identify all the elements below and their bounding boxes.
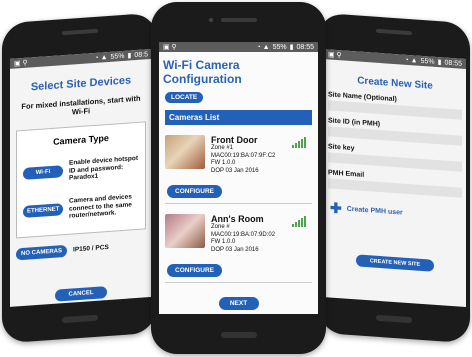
left-phone: ▣ ⚲ ◔ ▲ 55% ▮ 08:5 Select Site Devices F… xyxy=(2,12,157,344)
configure-button[interactable]: CONFIGURE xyxy=(167,264,222,277)
camera-details: Zone #1 MAC00:19:BA:07:9F:C2 FW 1.0.0 DO… xyxy=(211,145,275,175)
right-phone: ▣ ⚲ ◔ ▲ 55% ▮ 08:55 Create New Site Site… xyxy=(318,12,470,344)
no-cameras-option: NO CAMERAS IP150 / PCS xyxy=(16,239,152,261)
cancel-button[interactable]: CANCEL xyxy=(55,285,107,302)
speaker xyxy=(220,18,257,22)
camera-type-title: Camera Type xyxy=(53,132,109,147)
speaker xyxy=(376,28,412,36)
page-title: Create New Site xyxy=(357,75,433,92)
battery-level: 55% xyxy=(110,52,125,61)
cameras-list-header: Cameras List xyxy=(165,110,312,125)
ethernet-button[interactable]: ETHERNET xyxy=(23,203,63,219)
battery-level: 55% xyxy=(272,43,287,51)
camera-details: Zone # MAC00:19:BA:07:9D:02 FW 1.0.0 DOP… xyxy=(211,224,275,254)
signal-strength-icon xyxy=(292,137,306,148)
battery-icon: ▮ xyxy=(289,44,294,51)
right-screen: ▣ ⚲ ◔ ▲ 55% ▮ 08:55 Create New Site Site… xyxy=(324,49,466,308)
camera-list-item: Ann's Room Zone # MAC00:19:BA:07:9D:02 F… xyxy=(165,208,312,283)
speaker xyxy=(61,28,98,36)
battery-icon: ▮ xyxy=(127,52,132,60)
camera-zone: Zone #1 xyxy=(211,145,234,151)
status-time: 08:55 xyxy=(296,43,314,51)
no-cameras-button[interactable]: NO CAMERAS xyxy=(16,244,68,261)
center-screen: ▣ ⚲ ◔ ▲ 55% ▮ 08:55 Wi-Fi Camera Configu… xyxy=(159,42,318,314)
status-bar: ▣ ⚲ ◔ ▲ 55% ▮ 08:5 xyxy=(10,48,152,69)
camera-name: Front Door xyxy=(211,135,258,145)
notification-icons: ▣ ⚲ xyxy=(328,51,342,60)
camera-zone: Zone # xyxy=(211,224,230,230)
wifi-description: Enable device hotspot ID and password: P… xyxy=(69,154,138,183)
camera-dop: DOP 03 Jan 2016 xyxy=(211,167,259,174)
camera-name: Ann's Room xyxy=(211,214,264,224)
create-new-site-button[interactable]: CREATE NEW SITE xyxy=(356,254,434,272)
status-time: 08:55 xyxy=(444,59,462,68)
create-pmh-user-link[interactable]: ✚ Create PMH user xyxy=(330,199,466,225)
center-phone: ▣ ⚲ ◔ ▲ 55% ▮ 08:55 Wi-Fi Camera Configu… xyxy=(151,2,326,354)
configure-button[interactable]: CONFIGURE xyxy=(167,185,222,198)
battery-icon: ▮ xyxy=(437,59,442,67)
left-screen: ▣ ⚲ ◔ ▲ 55% ▮ 08:5 Select Site Devices F… xyxy=(10,48,152,307)
wifi-option: Wi-Fi Enable device hotspot ID and passw… xyxy=(23,154,141,186)
home-button[interactable] xyxy=(376,314,412,324)
no-cameras-description: IP150 / PCS xyxy=(73,244,109,254)
signal-strength-icon xyxy=(292,216,306,227)
camera-thumbnail xyxy=(165,214,205,248)
camera-mac: MAC00:19:BA:07:9D:02 xyxy=(211,231,276,238)
status-bar: ▣ ⚲ ◔ ▲ 55% ▮ 08:55 xyxy=(159,42,318,52)
wifi-button[interactable]: Wi-Fi xyxy=(23,165,63,181)
camera-dop: DOP 03 Jan 2016 xyxy=(211,246,259,253)
next-button[interactable]: NEXT xyxy=(218,297,259,310)
camera-list-item: Front Door Zone #1 MAC00:19:BA:07:9F:C2 … xyxy=(165,129,312,204)
page-title: Select Site Devices xyxy=(30,74,132,94)
sensor-dot xyxy=(209,18,213,22)
notification-icons: ▣ ⚲ xyxy=(163,44,177,51)
camera-fw: FW 1.0.0 xyxy=(211,160,236,166)
ethernet-description: Camera and devices connect to the same r… xyxy=(69,193,132,221)
battery-level: 55% xyxy=(420,57,435,66)
status-bar: ▣ ⚲ ◔ ▲ 55% ▮ 08:55 xyxy=(324,49,466,70)
home-button[interactable] xyxy=(61,314,98,324)
plus-icon: ✚ xyxy=(330,199,342,217)
camera-type-panel: Camera Type Wi-Fi Enable device hotspot … xyxy=(16,121,146,239)
status-time: 08:5 xyxy=(134,50,148,59)
home-button[interactable] xyxy=(220,332,257,338)
camera-mac: MAC00:19:BA:07:9F:C2 xyxy=(211,152,276,159)
ethernet-option: ETHERNET Camera and devices connect to t… xyxy=(23,192,141,224)
locate-button[interactable]: LOCATE xyxy=(165,92,204,103)
wifi-signal-icon: ◔ ▲ xyxy=(256,43,270,51)
create-pmh-user-label: Create PMH user xyxy=(346,205,403,217)
camera-thumbnail xyxy=(165,135,205,169)
wifi-signal-icon: ◔ ▲ xyxy=(404,56,418,65)
camera-fw: FW 1.0.0 xyxy=(211,239,236,245)
page-title: Wi-Fi Camera Configuration xyxy=(163,58,242,86)
notification-icons: ▣ ⚲ xyxy=(14,59,28,68)
subtitle: For mixed installations, start with Wi-F… xyxy=(21,93,141,117)
wifi-signal-icon: ◔ ▲ xyxy=(94,53,108,62)
